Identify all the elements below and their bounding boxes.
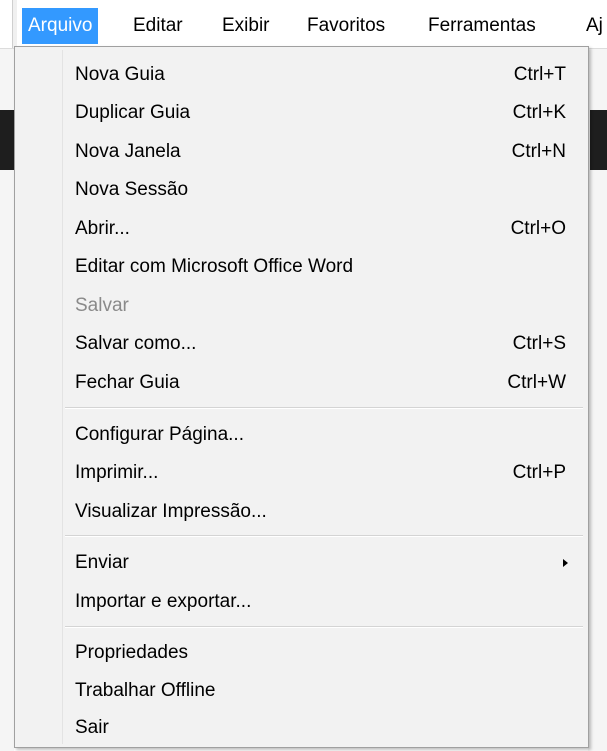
menu-item-visualizar-impressao[interactable]: Visualizar Impressão... <box>17 494 586 530</box>
chevron-right-icon <box>563 559 568 567</box>
menu-item-shortcut: Ctrl+P <box>512 462 566 483</box>
menu-item-importar-exportar[interactable]: Importar e exportar... <box>17 584 586 620</box>
background-toolbar-dark-right <box>590 110 607 170</box>
menu-favoritos[interactable]: Favoritos <box>301 8 391 44</box>
menu-item-salvar: Salvar <box>17 288 586 324</box>
menu-arquivo[interactable]: Arquivo <box>22 8 99 44</box>
menu-item-label: Nova Guia <box>75 64 165 85</box>
menu-item-label: Fechar Guia <box>75 372 180 393</box>
menu-item-fechar-guia[interactable]: Fechar Guia Ctrl+W <box>17 365 586 401</box>
menu-item-nova-sessao[interactable]: Nova Sessão <box>17 172 586 208</box>
menu-bar: Arquivo Editar Exibir Favoritos Ferramen… <box>0 0 607 49</box>
menu-item-label: Configurar Página... <box>75 424 244 445</box>
menu-item-label: Duplicar Guia <box>75 102 191 123</box>
menu-item-label: Sair <box>75 717 109 738</box>
menu-item-label: Salvar <box>75 295 129 316</box>
menu-item-abrir[interactable]: Abrir... Ctrl+O <box>17 211 586 247</box>
menu-item-shortcut: Ctrl+S <box>512 333 566 354</box>
menu-item-label: Trabalhar Offline <box>75 680 216 701</box>
menu-item-label: Nova Janela <box>75 141 181 162</box>
menu-ferramentas[interactable]: Ferramentas <box>422 8 542 44</box>
menu-item-label: Enviar <box>75 552 129 573</box>
file-menu-dropdown: Nova Guia Ctrl+T Duplicar Guia Ctrl+K No… <box>14 46 589 748</box>
menu-item-label: Nova Sessão <box>75 179 189 200</box>
background-toolbar-dark-left <box>0 110 14 170</box>
menu-item-label: Visualizar Impressão... <box>75 501 267 522</box>
menu-item-salvar-como[interactable]: Salvar como... Ctrl+S <box>17 326 586 362</box>
menu-ajuda[interactable]: Aj <box>580 8 607 44</box>
menu-item-label: Propriedades <box>75 642 189 663</box>
menu-separator <box>65 535 583 537</box>
menu-item-label: Imprimir... <box>75 462 159 483</box>
menu-item-sair[interactable]: Sair <box>17 710 586 746</box>
menu-item-shortcut: Ctrl+T <box>513 64 566 85</box>
menu-item-nova-janela[interactable]: Nova Janela Ctrl+N <box>17 134 586 170</box>
menu-item-imprimir[interactable]: Imprimir... Ctrl+P <box>17 455 586 491</box>
menu-item-shortcut: Ctrl+O <box>510 218 566 239</box>
menu-item-shortcut: Ctrl+N <box>511 141 566 162</box>
menu-exibir[interactable]: Exibir <box>216 8 276 44</box>
menu-item-label: Editar com Microsoft Office Word <box>75 256 354 277</box>
menu-separator <box>65 626 583 628</box>
menu-item-propriedades[interactable]: Propriedades <box>17 635 586 671</box>
menu-item-editar-com-word[interactable]: Editar com Microsoft Office Word <box>17 249 586 285</box>
menu-item-configurar-pagina[interactable]: Configurar Página... <box>17 417 586 453</box>
menu-item-label: Salvar como... <box>75 333 197 354</box>
menu-item-trabalhar-offline[interactable]: Trabalhar Offline <box>17 673 586 709</box>
menu-editar[interactable]: Editar <box>127 8 189 44</box>
menu-item-shortcut: Ctrl+K <box>512 102 566 123</box>
menu-item-label: Abrir... <box>75 218 130 239</box>
menu-item-duplicar-guia[interactable]: Duplicar Guia Ctrl+K <box>17 95 586 131</box>
menu-item-nova-guia[interactable]: Nova Guia Ctrl+T <box>17 57 586 93</box>
window-left-edge <box>12 0 17 48</box>
menu-item-label: Importar e exportar... <box>75 591 252 612</box>
menu-item-enviar[interactable]: Enviar <box>17 545 586 581</box>
menu-separator <box>65 407 583 409</box>
menu-item-shortcut: Ctrl+W <box>507 372 566 393</box>
